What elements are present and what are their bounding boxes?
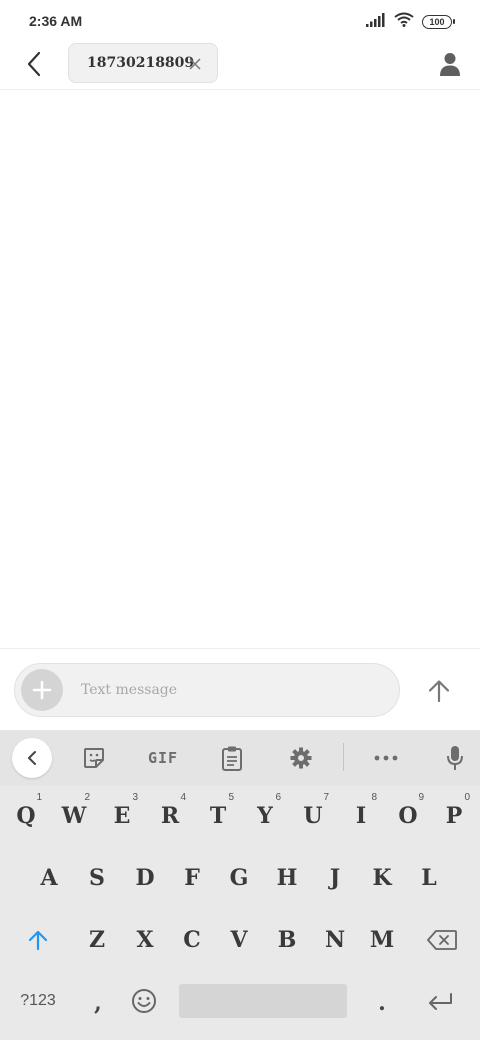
contact-button[interactable] (434, 48, 466, 80)
key-j[interactable]: J (311, 848, 359, 908)
gear-icon (290, 747, 312, 769)
voice-input-button[interactable] (441, 744, 469, 772)
key-u[interactable]: U7 (289, 786, 337, 846)
compose-bar: Text message (0, 648, 480, 730)
toolbar-divider (343, 743, 344, 771)
key-hint: 4 (180, 792, 186, 803)
more-options-button[interactable] (372, 744, 400, 772)
more-horizontal-icon (374, 755, 398, 761)
key-g[interactable]: G (215, 848, 263, 908)
collapse-toolbar-button[interactable] (12, 738, 52, 778)
enter-icon (429, 993, 452, 1010)
key-l[interactable]: L (405, 848, 453, 908)
signal-icon (366, 12, 386, 32)
symbols-key[interactable]: ?123 (10, 976, 66, 1026)
key-b[interactable]: B (263, 910, 311, 970)
key-hint: 9 (418, 792, 424, 803)
key-hint: 8 (371, 792, 377, 803)
status-time: 2:36 AM (29, 13, 83, 29)
key-hint: 3 (132, 792, 138, 803)
key-f[interactable]: F (168, 848, 216, 908)
key-k[interactable]: K (358, 848, 406, 908)
chevron-left-icon (27, 51, 41, 77)
key-hint: 2 (84, 792, 90, 803)
shift-key[interactable] (14, 915, 62, 965)
message-placeholder: Text message (81, 682, 178, 698)
key-h[interactable]: H (263, 848, 311, 908)
settings-button[interactable] (287, 744, 315, 772)
key-m[interactable]: M (358, 910, 406, 970)
keyboard: GIF Q 1 W 2 E 3 R 4 T 5 Y 6 U 7 I 8 O 9 … (0, 730, 480, 1040)
status-bar: 2:36 AM 100 (0, 0, 480, 42)
key-y[interactable]: Y6 (241, 786, 289, 846)
arrow-up-icon (428, 680, 450, 703)
backspace-key[interactable] (418, 915, 466, 965)
keyboard-toolbar: GIF (0, 730, 480, 786)
plus-icon (32, 680, 52, 700)
chevron-left-icon (28, 751, 36, 765)
remove-recipient-button[interactable] (187, 56, 203, 72)
battery-level: 100 (429, 17, 445, 27)
key-x[interactable]: X (121, 910, 169, 970)
period-key[interactable]: . (358, 978, 406, 1028)
key-hint: 0 (464, 792, 470, 803)
space-key[interactable] (179, 984, 347, 1018)
key-row-2: A S D F G H J K L (0, 848, 480, 908)
key-row-1: Q1 W2 E3 R4 T5 Y6 U7 I8 O9 P0 (0, 786, 480, 846)
emoji-icon (132, 989, 156, 1013)
shift-arrow-icon (28, 930, 48, 951)
person-icon (440, 53, 460, 76)
key-r[interactable]: R4 (146, 786, 194, 846)
recipient-number: 18730218809 (87, 55, 195, 71)
message-input[interactable]: Text message (14, 663, 400, 717)
key-z[interactable]: Z (73, 910, 121, 970)
clipboard-button[interactable] (218, 744, 246, 772)
key-d[interactable]: D (121, 848, 169, 908)
sticker-icon (84, 748, 104, 768)
gif-label: GIF (147, 749, 179, 767)
key-c[interactable]: C (168, 910, 216, 970)
key-t[interactable]: T5 (194, 786, 242, 846)
gif-button[interactable]: GIF (145, 744, 181, 772)
microphone-icon (447, 746, 463, 770)
status-icons: 100 (366, 12, 455, 32)
clipboard-icon (222, 746, 242, 771)
key-hint: 5 (228, 792, 234, 803)
key-e[interactable]: E3 (98, 786, 146, 846)
key-n[interactable]: N (311, 910, 359, 970)
key-row-3: Z X C V B N M (0, 910, 480, 970)
back-button[interactable] (18, 48, 50, 80)
key-hint: 7 (323, 792, 329, 803)
send-button[interactable] (419, 671, 459, 711)
key-w[interactable]: W2 (50, 786, 98, 846)
conversation-area (0, 91, 480, 648)
sticker-button[interactable] (80, 744, 108, 772)
key-q[interactable]: Q1 (2, 786, 50, 846)
header: 18730218809 (0, 42, 480, 90)
key-i[interactable]: I8 (337, 786, 385, 846)
key-hint: 1 (36, 792, 42, 803)
key-a[interactable]: A (25, 848, 73, 908)
key-o[interactable]: O9 (384, 786, 432, 846)
key-hint: 6 (275, 792, 281, 803)
wifi-icon (394, 12, 414, 32)
battery-icon: 100 (422, 15, 455, 29)
key-row-bottom: ?123 , . (0, 972, 480, 1040)
emoji-key[interactable] (120, 976, 168, 1026)
recipient-chip[interactable]: 18730218809 (68, 43, 218, 83)
key-p[interactable]: P0 (430, 786, 478, 846)
add-attachment-button[interactable] (21, 669, 63, 711)
comma-key[interactable]: , (74, 978, 122, 1028)
close-icon (189, 58, 201, 70)
key-s[interactable]: S (73, 848, 121, 908)
backspace-icon (427, 930, 457, 950)
key-v[interactable]: V (215, 910, 263, 970)
enter-key[interactable] (416, 976, 464, 1026)
